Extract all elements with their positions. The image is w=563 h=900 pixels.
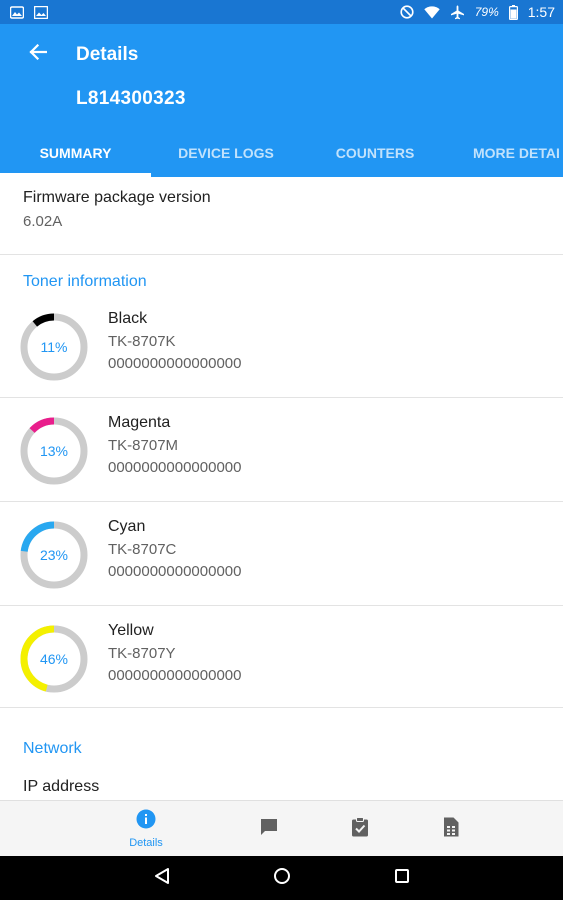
divider: [0, 605, 563, 606]
divider: [0, 707, 563, 708]
square-recents-icon: [394, 868, 410, 889]
nav-details[interactable]: Details: [111, 801, 181, 857]
toner-item-cyan: 23% Cyan TK-8707C 0000000000000000: [0, 503, 563, 603]
toner-item-yellow: 46% Yellow TK-8707Y 0000000000000000: [0, 607, 563, 707]
system-navigation-bar: [0, 856, 563, 900]
spreadsheet-icon: [443, 817, 459, 842]
toner-model: TK-8707Y: [108, 645, 176, 662]
nav-details-label: Details: [129, 837, 163, 849]
tab-summary[interactable]: SUMMARY: [0, 129, 151, 177]
nav-messages[interactable]: [234, 801, 304, 857]
page-title: Details: [76, 44, 139, 65]
nav-reports[interactable]: [416, 801, 486, 857]
app-bar: Details L814300323 SUMMARY DEVICE LOGS C…: [0, 24, 563, 177]
airplane-icon: [450, 5, 465, 20]
toner-percent: 11%: [40, 339, 68, 355]
firmware-row: Firmware package version 6.02A: [23, 189, 211, 230]
toner-percent: 23%: [39, 547, 69, 563]
toner-level-ring: 11%: [20, 313, 88, 381]
toner-name: Black: [108, 310, 148, 327]
toner-serial: 0000000000000000: [108, 563, 242, 580]
toner-percent: 13%: [39, 443, 69, 459]
home-nav-button[interactable]: [260, 864, 304, 892]
nav-checklist[interactable]: [325, 801, 395, 857]
tab-counters[interactable]: COUNTERS: [301, 129, 449, 177]
ip-address-label: IP address: [23, 778, 100, 795]
info-icon: [136, 809, 156, 834]
toner-model: TK-8707C: [108, 541, 177, 558]
toner-model: TK-8707M: [108, 437, 179, 454]
tab-bar: SUMMARY DEVICE LOGS COUNTERS MORE DETAI: [0, 129, 563, 177]
back-arrow-icon: [29, 43, 48, 65]
back-button[interactable]: [22, 38, 54, 70]
toner-item-magenta: 13% Magenta TK-8707M 0000000000000000: [0, 399, 563, 499]
toner-model: TK-8707K: [108, 333, 176, 350]
circle-home-icon: [273, 867, 291, 890]
back-nav-button[interactable]: [140, 864, 184, 892]
firmware-label: Firmware package version: [23, 189, 211, 206]
divider: [0, 397, 563, 398]
divider: [0, 254, 563, 255]
battery-icon: [508, 4, 518, 20]
battery-percent: 79%: [474, 5, 499, 19]
toner-name: Yellow: [108, 622, 154, 639]
do-not-disturb-icon: [400, 5, 414, 19]
message-icon: [259, 817, 279, 842]
triangle-back-icon: [154, 867, 170, 890]
photo-icon: [10, 5, 24, 19]
tab-device-logs[interactable]: DEVICE LOGS: [151, 129, 301, 177]
recents-nav-button[interactable]: [380, 864, 424, 892]
toner-serial: 0000000000000000: [108, 355, 242, 372]
wifi-icon: [424, 5, 440, 19]
clock: 1:57: [527, 4, 555, 20]
divider: [0, 501, 563, 502]
toner-name: Magenta: [108, 414, 171, 431]
device-serial: L814300323: [76, 88, 186, 109]
firmware-value: 6.02A: [23, 213, 63, 230]
toner-percent: 46%: [39, 651, 69, 667]
toner-level-ring: 13%: [20, 417, 88, 485]
toner-serial: 0000000000000000: [108, 667, 242, 684]
tab-more-details[interactable]: MORE DETAI: [449, 129, 563, 177]
status-bar: 79% 1:57: [0, 0, 563, 24]
bottom-navigation: Details: [0, 800, 563, 856]
toner-level-ring: 23%: [20, 521, 88, 589]
network-section-title: Network: [23, 740, 82, 757]
toner-item-black: 11% Black TK-8707K 0000000000000000: [0, 295, 563, 395]
toner-level-ring: 46%: [20, 625, 88, 693]
toner-serial: 0000000000000000: [108, 459, 242, 476]
summary-content[interactable]: Firmware package version 6.02A Toner inf…: [0, 177, 563, 800]
toner-section-title: Toner information: [23, 273, 147, 290]
clipboard-check-icon: [351, 816, 369, 842]
toner-name: Cyan: [108, 518, 146, 535]
image-icon: [34, 5, 48, 19]
